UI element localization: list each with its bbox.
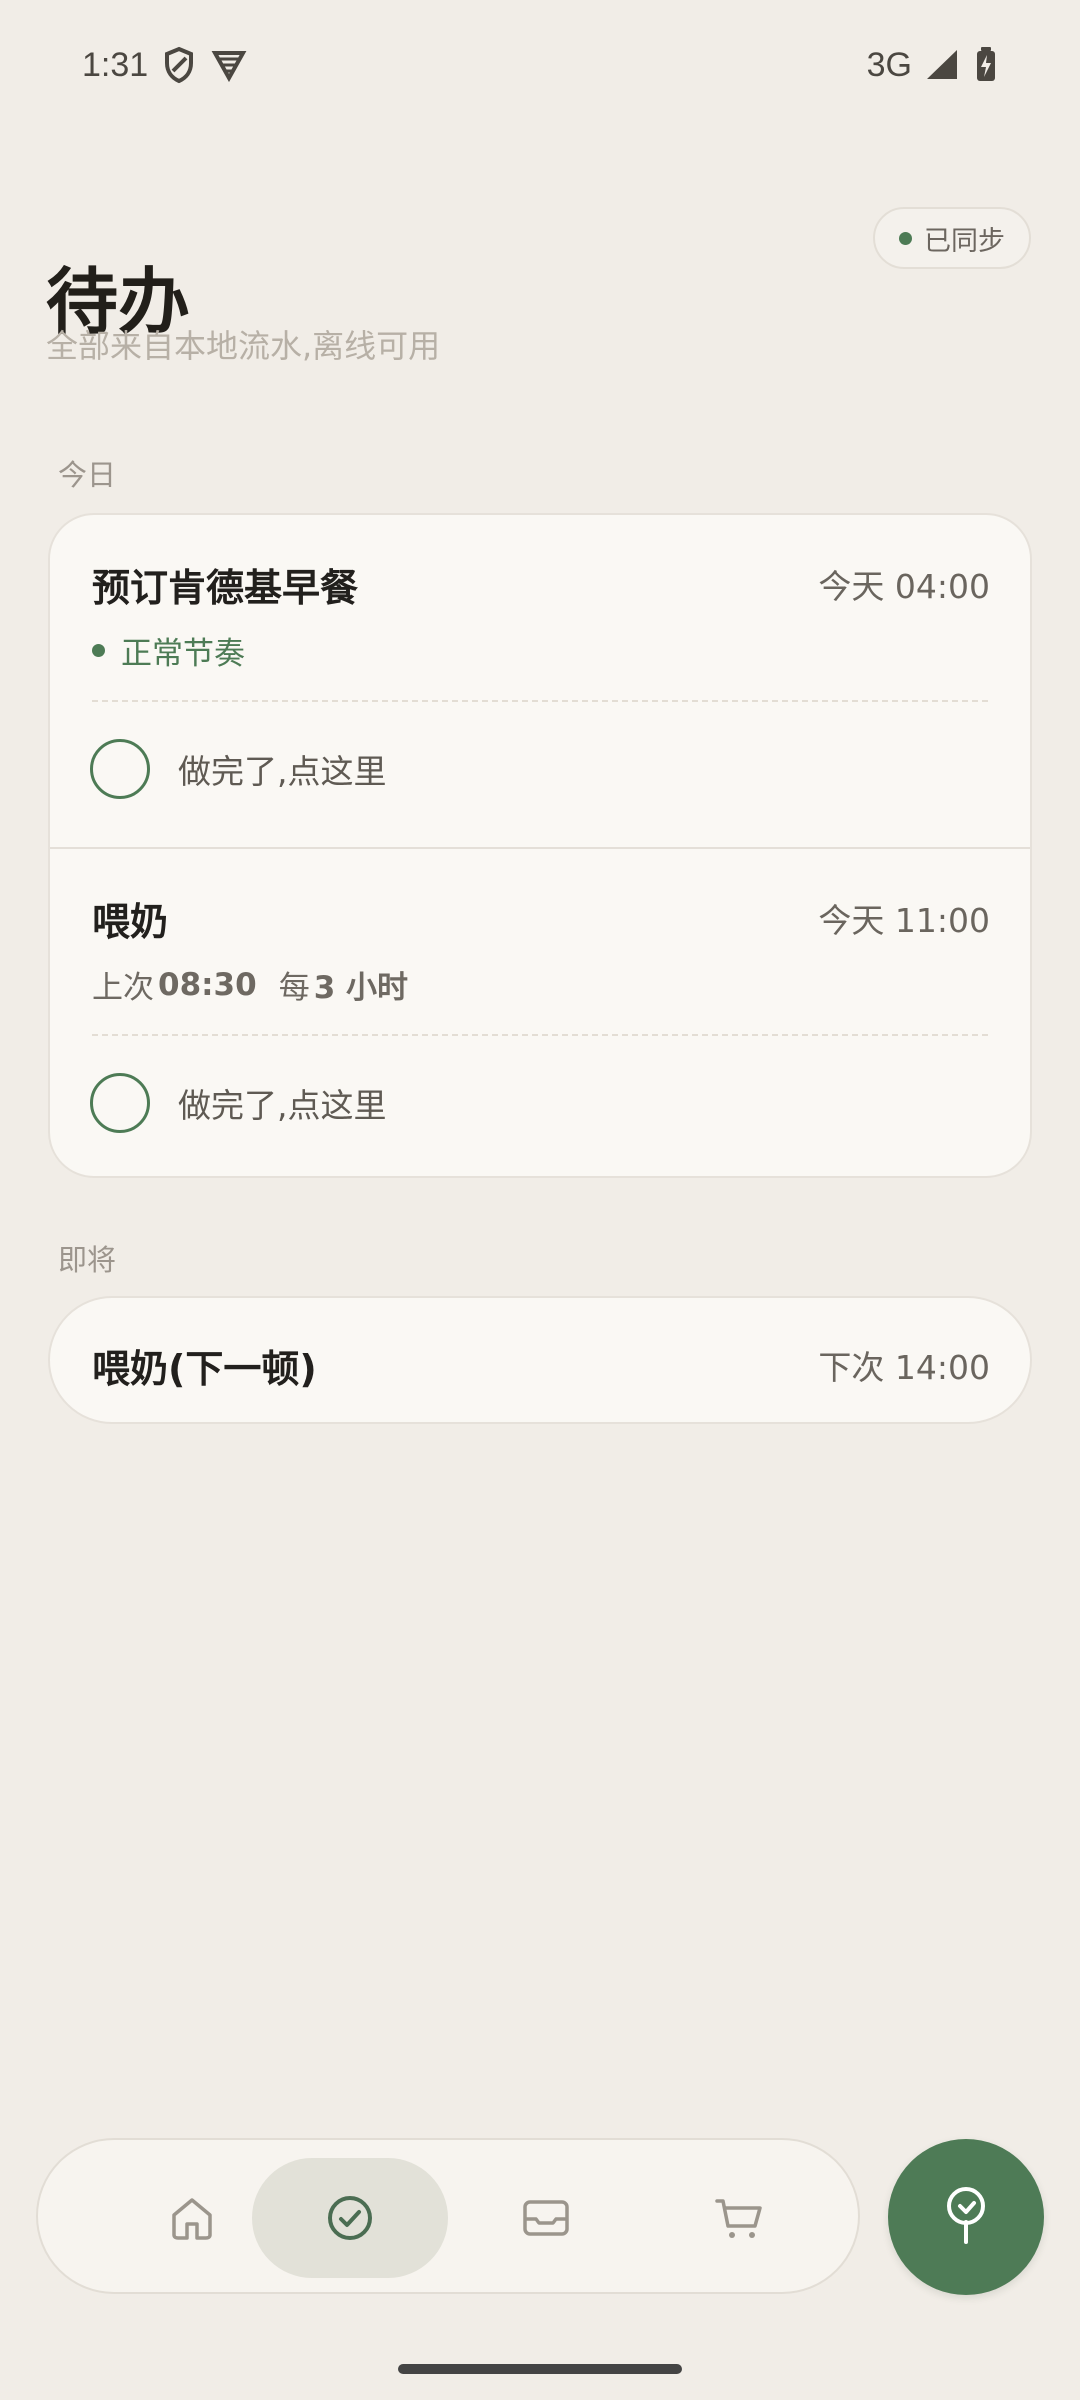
inbox-icon — [519, 2192, 573, 2244]
status-dot — [92, 644, 105, 657]
task-title: 喂奶 — [92, 900, 169, 944]
cart-icon — [712, 2192, 768, 2244]
last-time-prefix: 上次 — [92, 970, 154, 1006]
shield-icon — [162, 46, 196, 84]
interval-value: 3 小时 — [313, 970, 409, 1006]
status-bar-right: 3G — [867, 46, 998, 85]
status-bar-left: 1:31 — [82, 46, 248, 85]
page-subtitle: 全部来自本地流水,离线可用 — [46, 327, 441, 365]
today-section-label: 今日 — [58, 458, 117, 492]
nav-cart[interactable] — [642, 2158, 838, 2278]
task-schedule-info: 上次 08:30 每 3 小时 — [92, 962, 408, 1007]
upcoming-task-card[interactable]: 喂奶(下一顿) 下次 14:00 — [48, 1296, 1032, 1424]
home-indicator[interactable] — [398, 2364, 682, 2374]
complete-task-label: 做完了,点这里 — [178, 1086, 387, 1125]
dashed-divider — [92, 1034, 988, 1036]
task-item: 喂奶 今天 11:00 上次 08:30 每 3 小时 做完了,点这里 — [50, 847, 1030, 1176]
status-bar: 1:31 3G — [82, 38, 998, 92]
nav-inbox[interactable] — [448, 2158, 644, 2278]
battery-charging-icon — [974, 47, 998, 83]
task-item: 预订肯德基早餐 今天 04:00 正常节奏 做完了,点这里 — [50, 515, 1030, 847]
status-time: 1:31 — [82, 45, 149, 84]
completion-circle-icon[interactable] — [90, 1073, 150, 1133]
upcoming-section-label: 即将 — [58, 1243, 117, 1277]
task-status-label: 正常节奏 — [121, 636, 245, 672]
complete-task-button[interactable]: 做完了,点这里 — [90, 1073, 387, 1133]
signal-icon — [924, 48, 960, 82]
task-title: 预订肯德基早餐 — [92, 566, 359, 610]
task-time: 今天 04:00 — [818, 567, 990, 606]
task-status: 正常节奏 — [92, 628, 245, 673]
sync-status-dot — [899, 231, 912, 245]
bottom-navigation — [36, 2138, 860, 2294]
interval-prefix: 每 — [278, 970, 310, 1006]
dashed-divider — [92, 700, 988, 702]
sync-status-badge[interactable]: 已同步 — [873, 207, 1031, 269]
tree-action-button[interactable] — [888, 2139, 1044, 2295]
complete-task-button[interactable]: 做完了,点这里 — [90, 739, 387, 799]
vpn-icon — [210, 48, 248, 82]
home-icon — [166, 2192, 218, 2244]
network-type: 3G — [866, 45, 912, 84]
tree-icon — [937, 2184, 995, 2250]
nav-todo[interactable] — [252, 2158, 448, 2278]
last-time-value: 08:30 — [158, 966, 257, 1003]
task-time: 今天 11:00 — [818, 901, 990, 940]
sync-status-label: 已同步 — [924, 225, 1005, 257]
completion-circle-icon[interactable] — [90, 739, 150, 799]
upcoming-task-title: 喂奶(下一顿) — [92, 1347, 317, 1391]
today-task-card: 预订肯德基早餐 今天 04:00 正常节奏 做完了,点这里 喂奶 今天 11:0… — [48, 513, 1032, 1178]
check-circle-icon — [324, 2192, 376, 2244]
upcoming-task-time: 下次 14:00 — [818, 1348, 990, 1387]
todo-screen: 1:31 3G 待办 全部来自本地流水,离线可用 已同步 今日 预订肯德基早餐 … — [0, 0, 1080, 2400]
complete-task-label: 做完了,点这里 — [178, 752, 387, 791]
